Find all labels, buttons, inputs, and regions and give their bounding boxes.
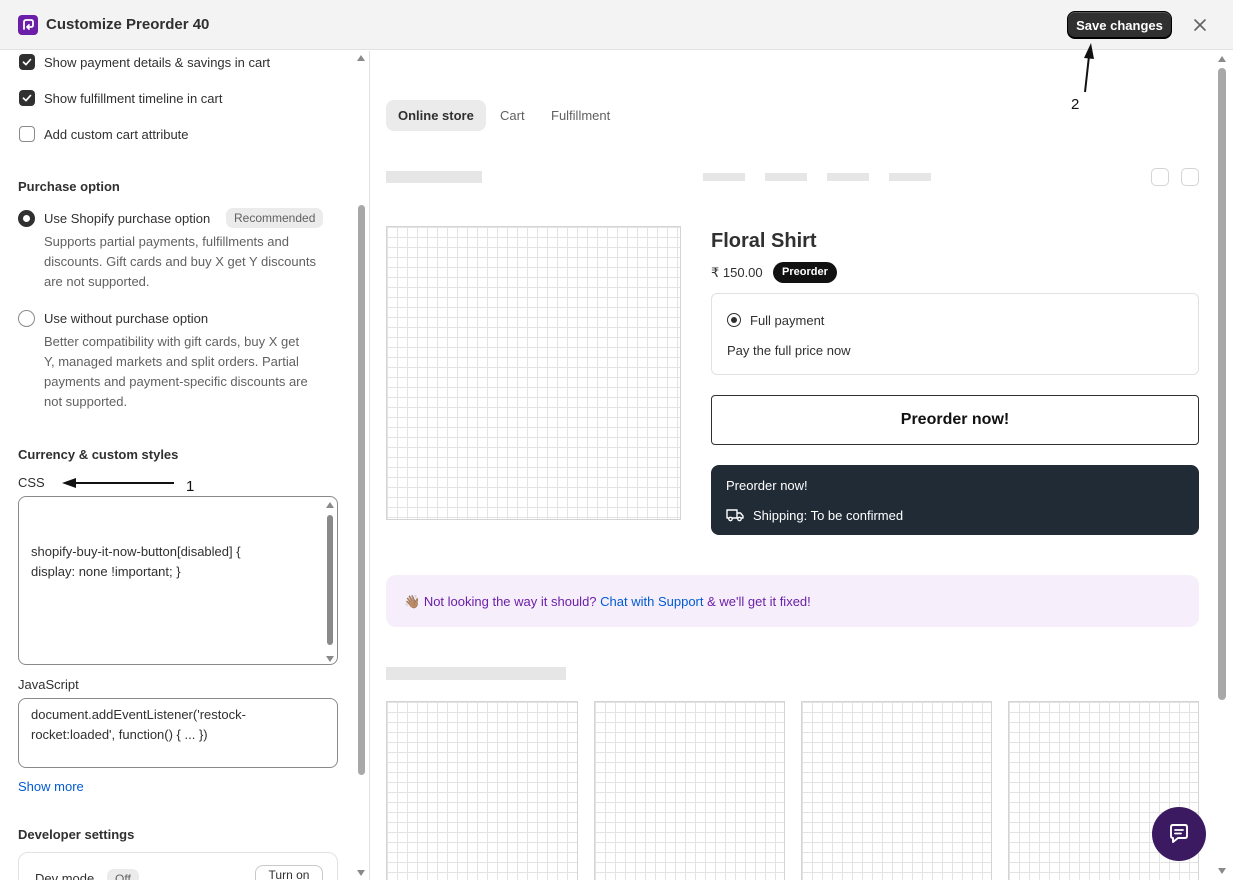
modal-title: Customize Preorder 40 bbox=[46, 16, 210, 33]
skeleton-heading bbox=[386, 667, 566, 680]
javascript-textarea[interactable]: document.addEventListener('restock- rock… bbox=[18, 698, 338, 768]
product-price: ₹ 150.00 bbox=[711, 265, 763, 280]
show-more-link[interactable]: Show more bbox=[18, 779, 84, 794]
support-banner: 👋🏽 Not looking the way it should? Chat w… bbox=[386, 575, 1199, 627]
preorder-now-button[interactable]: Preorder now! bbox=[711, 395, 1199, 445]
skeleton-logo bbox=[386, 171, 482, 183]
javascript-label: JavaScript bbox=[18, 677, 79, 692]
product-image-placeholder bbox=[386, 226, 681, 520]
preorder-badge: Preorder bbox=[773, 262, 837, 283]
checkbox-label: Show fulfillment timeline in cart bbox=[44, 91, 223, 106]
payment-label: Full payment bbox=[750, 313, 825, 328]
skeleton-nav-item bbox=[889, 173, 931, 181]
textarea-scrollbar[interactable] bbox=[327, 515, 333, 645]
checkbox-custom-cart-attribute[interactable] bbox=[19, 126, 35, 142]
css-code-line: shopify-buy-it-now-button[disabled] { bbox=[31, 544, 241, 559]
recommended-badge: Recommended bbox=[226, 208, 324, 228]
annotation-number-2: 2 bbox=[1071, 96, 1080, 113]
radio-description: Supports partial payments, fulfillments … bbox=[44, 234, 316, 289]
modal-header: Customize Preorder 40 Save changes bbox=[0, 0, 1233, 50]
radio-without-purchase-option[interactable] bbox=[18, 310, 35, 327]
radio-description: Better compatibility with gift cards, bu… bbox=[44, 334, 308, 409]
preview-scroll-down-icon[interactable] bbox=[1218, 868, 1226, 874]
custom-styles-title: Currency & custom styles bbox=[18, 447, 179, 462]
checkbox-payment-details[interactable] bbox=[19, 54, 35, 70]
related-product-placeholder bbox=[801, 701, 992, 880]
cart-icon bbox=[1151, 168, 1169, 186]
app-logo-icon bbox=[18, 15, 38, 35]
checkbox-label: Add custom cart attribute bbox=[44, 127, 189, 142]
chat-button[interactable] bbox=[1152, 807, 1206, 861]
checkbox-fulfillment-timeline[interactable] bbox=[19, 90, 35, 106]
purchase-option-title: Purchase option bbox=[18, 179, 120, 194]
skeleton-nav-item bbox=[765, 173, 807, 181]
annotation-arrow-2-icon bbox=[1084, 43, 1094, 93]
preorder-info-title: Preorder now! bbox=[726, 478, 808, 493]
related-product-placeholder bbox=[594, 701, 785, 880]
close-icon[interactable] bbox=[1190, 15, 1210, 35]
dev-mode-status-badge: Off bbox=[107, 869, 139, 880]
skeleton-nav-item bbox=[703, 173, 745, 181]
save-changes-button[interactable]: Save changes bbox=[1067, 11, 1172, 39]
preview-scroll-up-icon[interactable] bbox=[1218, 56, 1226, 62]
chat-with-support-link[interactable]: Chat with Support bbox=[600, 594, 703, 609]
preorder-info-box: Preorder now! Shipping: To be confirmed bbox=[711, 465, 1199, 535]
radio-label: Use Shopify purchase option bbox=[44, 211, 211, 226]
js-code-line: rocket:loaded', function() { ... }) bbox=[31, 727, 208, 742]
annotation-arrow-1-icon bbox=[62, 478, 174, 488]
js-code-line: document.addEventListener('restock- bbox=[31, 707, 246, 722]
css-label: CSS bbox=[18, 475, 45, 490]
css-textarea[interactable]: shopify-buy-it-now-button[disabled] { di… bbox=[18, 496, 338, 665]
developer-settings-title: Developer settings bbox=[18, 827, 135, 842]
bag-icon bbox=[1181, 168, 1199, 186]
tab-fulfillment[interactable]: Fulfillment bbox=[539, 100, 622, 131]
chat-icon bbox=[1170, 824, 1188, 843]
panel-scrollbar[interactable] bbox=[358, 205, 365, 775]
scroll-down-icon[interactable] bbox=[326, 656, 334, 662]
support-text: 👋🏽 Not looking the way it should? Chat w… bbox=[404, 594, 811, 609]
checkbox-label: Show payment details & savings in cart bbox=[44, 55, 271, 70]
product-title: Floral Shirt bbox=[711, 230, 817, 252]
annotation-number-1: 1 bbox=[186, 478, 195, 495]
preview-scrollbar[interactable] bbox=[1218, 68, 1226, 700]
skeleton-nav-item bbox=[827, 173, 869, 181]
tab-cart[interactable]: Cart bbox=[488, 100, 537, 131]
payment-option-card[interactable]: Full payment Pay the full price now bbox=[711, 293, 1199, 375]
related-product-placeholder bbox=[386, 701, 578, 880]
shipping-status: Shipping: To be confirmed bbox=[753, 508, 904, 523]
radio-shopify-purchase-option[interactable] bbox=[18, 210, 35, 227]
payment-description: Pay the full price now bbox=[727, 343, 851, 358]
wave-emoji-icon: 👋🏽 bbox=[404, 594, 421, 609]
payment-radio[interactable] bbox=[727, 313, 741, 327]
truck-icon bbox=[726, 509, 744, 522]
scroll-up-icon[interactable] bbox=[326, 502, 334, 508]
tab-online-store[interactable]: Online store bbox=[386, 100, 486, 131]
dev-mode-label: Dev mode bbox=[35, 871, 95, 880]
dev-mode-card: Dev mode Off Turn on bbox=[18, 852, 338, 880]
panel-scroll-down-icon[interactable] bbox=[357, 870, 365, 876]
css-code-line: display: none !important; } bbox=[31, 564, 181, 579]
panel-scroll-up-icon[interactable] bbox=[357, 55, 365, 61]
turn-on-button[interactable]: Turn on bbox=[255, 865, 323, 880]
radio-label: Use without purchase option bbox=[44, 311, 209, 326]
